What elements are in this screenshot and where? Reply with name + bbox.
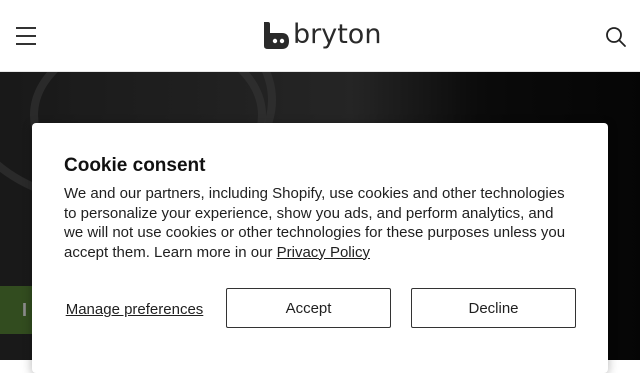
cookie-description: We and our partners, including Shopify, … [64,184,576,262]
hamburger-menu-icon[interactable] [14,24,38,48]
site-header: bryton [0,0,640,72]
decline-button[interactable]: Decline [411,288,576,328]
privacy-policy-link[interactable]: Privacy Policy [277,244,370,261]
search-icon[interactable] [605,26,627,48]
cookie-consent-dialog: Cookie consent We and our partners, incl… [32,123,608,373]
brand-logo[interactable]: bryton [262,18,381,52]
accept-button[interactable]: Accept [226,288,391,328]
manage-preferences-button[interactable]: Manage preferences [64,290,205,330]
brand-name: bryton [293,19,382,50]
bryton-logo-icon [264,22,289,49]
cookie-title: Cookie consent [64,155,206,176]
